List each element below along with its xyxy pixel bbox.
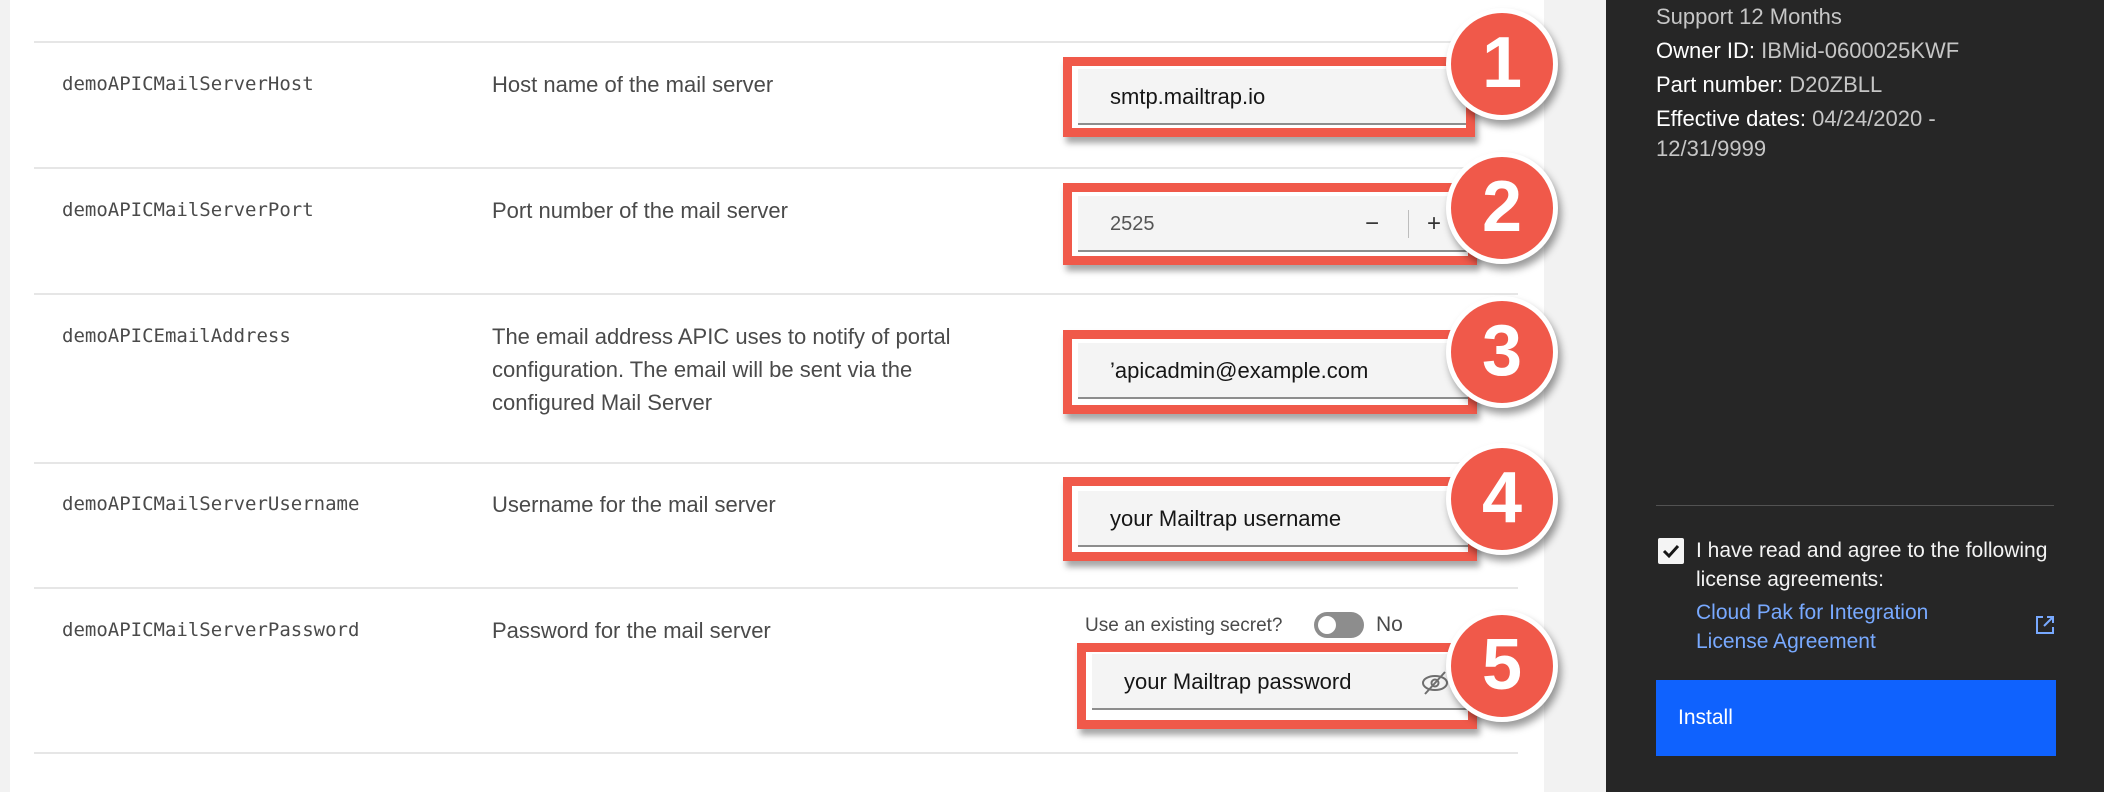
checkmark-icon [1662,544,1680,559]
callout-badge-4: 4 [1446,443,1558,555]
callout-badge-5: 5 [1446,610,1558,722]
existing-secret-toggle[interactable] [1314,612,1364,638]
callout-box-4 [1063,477,1477,561]
row-divider [34,462,1518,464]
install-sidebar: Support 12 Months Owner ID: IBMid-060002… [1606,0,2104,792]
callout-badge-1: 1 [1446,8,1558,120]
install-button[interactable]: Install [1656,680,2056,756]
owner-id-line: Owner ID: IBMid-0600025KWF [1656,36,1959,66]
agree-text: I have read and agree to the following l… [1696,539,2048,591]
support-text: Support 12 Months [1656,4,1842,29]
row-divider [34,293,1518,295]
license-agreement-link[interactable]: Cloud Pak for Integration License Agreem… [1696,598,1996,656]
row-divider [34,41,1518,43]
param-name-host: demoAPICMailServerHost [62,73,314,95]
row-divider [34,167,1518,169]
owner-id-label: Owner ID: [1656,38,1756,63]
toggle-state-text: No [1376,613,1403,636]
agree-checkbox[interactable] [1658,538,1684,564]
param-desc-host: Host name of the mail server [492,72,774,97]
callout-box-5 [1077,643,1477,729]
param-desc-password: Password for the mail server [492,618,771,643]
param-name-username: demoAPICMailServerUsername [62,493,360,515]
param-name-port: demoAPICMailServerPort [62,199,314,221]
param-name-password: demoAPICMailServerPassword [62,619,360,641]
effective-dates-line: Effective dates: 04/24/2020 - 12/31/9999 [1656,104,1976,164]
part-number-value: D20ZBLL [1789,72,1883,97]
part-number-label: Part number: [1656,72,1784,97]
sidebar-divider [1656,505,2054,506]
external-link-icon[interactable] [2034,614,2056,636]
toggle-knob [1318,616,1336,634]
callout-box-3 [1063,330,1477,414]
use-existing-secret-label: Use an existing secret? [1085,615,1283,636]
row-divider [34,587,1518,589]
owner-id-value: IBMid-0600025KWF [1761,38,1960,63]
effective-dates-label: Effective dates: [1656,106,1807,131]
callout-badge-2: 2 [1446,152,1558,264]
param-name-email: demoAPICEmailAddress [62,325,291,347]
part-number-line: Part number: D20ZBLL [1656,70,1882,100]
param-desc-port: Port number of the mail server [492,198,788,223]
row-divider [34,752,1518,754]
callout-badge-3: 3 [1446,296,1558,408]
param-desc-email: The email address APIC uses to notify of… [492,324,951,415]
callout-box-1 [1063,57,1475,137]
callout-box-2 [1063,183,1477,265]
param-desc-username: Username for the mail server [492,492,776,517]
